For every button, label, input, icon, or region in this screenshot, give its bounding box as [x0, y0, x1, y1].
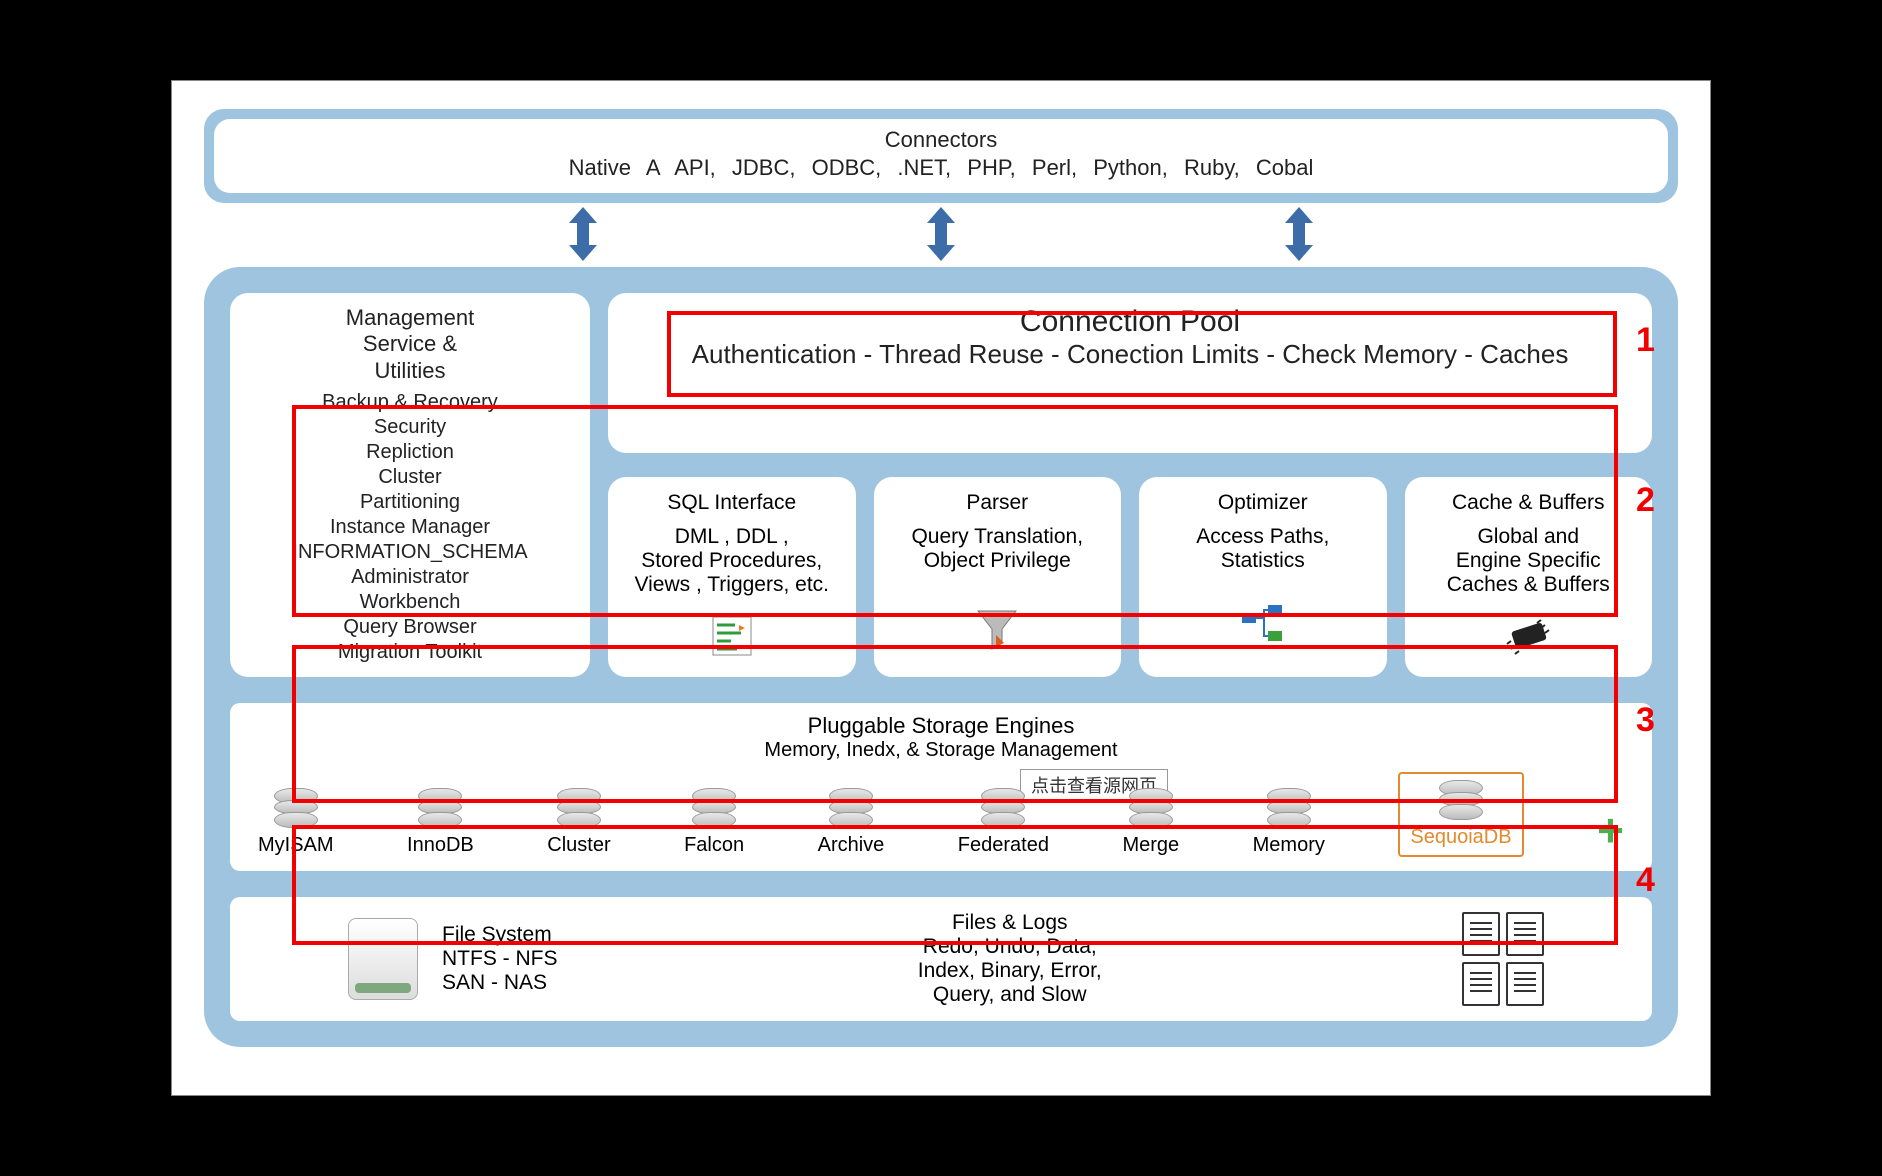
overlay-box-4	[292, 825, 1618, 945]
overlay-num-1: 1	[1636, 321, 1655, 360]
overlay-num-4: 4	[1636, 861, 1655, 900]
overlay-num-3: 3	[1636, 701, 1655, 740]
fs-lines: NTFS - NFS SAN - NAS	[442, 947, 558, 995]
overlay-num-2: 2	[1636, 481, 1655, 520]
document-icon	[1462, 962, 1500, 1006]
management-title: Management Service & Utilities	[246, 305, 574, 384]
arrows-row	[204, 201, 1678, 267]
diagram-page: Connectors Native A API, JDBC, ODBC, .NE…	[171, 80, 1711, 1096]
connectors-title: Connectors	[234, 127, 1648, 153]
flogs-lines: Redo, Undo, Data, Index, Binary, Error, …	[558, 935, 1463, 1007]
arrow-icon	[1286, 207, 1312, 261]
overlay-box-2	[292, 405, 1618, 617]
overlay-box-3	[292, 645, 1618, 803]
connectors-block: Connectors Native A API, JDBC, ODBC, .NE…	[204, 109, 1678, 203]
connectors-list: Native A API, JDBC, ODBC, .NET, PHP, Per…	[234, 155, 1648, 181]
arrow-icon	[570, 207, 596, 261]
arrow-icon	[928, 207, 954, 261]
connectors-card: Connectors Native A API, JDBC, ODBC, .NE…	[214, 119, 1668, 193]
document-icon	[1506, 962, 1544, 1006]
overlay-box-1	[667, 311, 1617, 397]
mgmt-item: Query Browser	[246, 615, 574, 640]
